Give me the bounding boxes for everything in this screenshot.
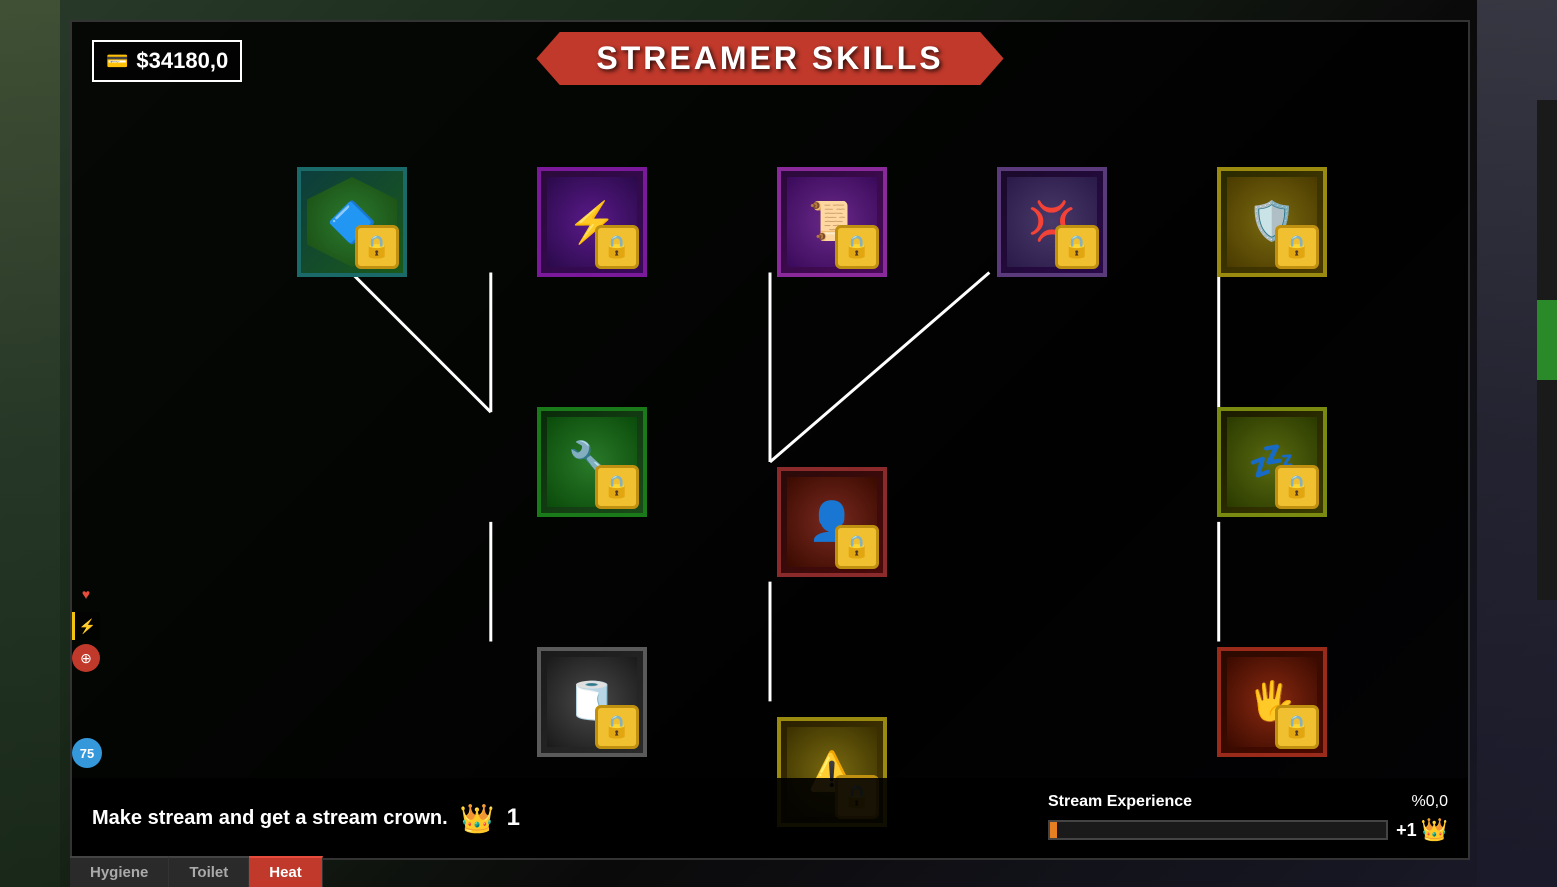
scrollbar-thumb <box>1537 300 1557 380</box>
money-amount: $34180,0 <box>136 48 228 74</box>
hint-text: Make stream and get a stream crown. <box>92 807 448 830</box>
skill-node-10[interactable]: 🖐️ 🔒 <box>1212 642 1332 762</box>
main-panel: 💳 $34180,0 STREAMER SKILLS <box>70 20 1470 860</box>
xp-section: Stream Experience %0,0 +1 👑 <box>1048 793 1448 843</box>
xp-bar-container <box>1048 820 1388 840</box>
crown-icon: 👑 <box>460 802 495 835</box>
tab-heat[interactable]: Heat <box>249 856 323 887</box>
skill-10-lock: 🔒 <box>1275 705 1319 749</box>
avatar: 75 <box>72 738 102 768</box>
skill-tree: 🔷 🔒 ⚡ 🔒 📜 🔒 <box>72 102 1468 822</box>
right-scrollbar[interactable] <box>1537 100 1557 600</box>
xp-header: Stream Experience %0,0 <box>1048 793 1448 811</box>
skill-node-1[interactable]: 🔷 🔒 <box>292 162 412 282</box>
money-icon: 💳 <box>106 51 128 72</box>
xp-plus-label: +1 <box>1396 820 1417 841</box>
money-display: 💳 $34180,0 <box>92 40 242 82</box>
xp-percent: %0,0 <box>1412 793 1448 811</box>
xp-crown-icon: 👑 <box>1421 817 1448 843</box>
skill-node-5[interactable]: 🛡️ 🔒 <box>1212 162 1332 282</box>
skill-node-4[interactable]: 💢 🔒 <box>992 162 1112 282</box>
crown-count: 1 <box>507 804 520 832</box>
skill-node-9[interactable]: 🧻 🔒 <box>532 642 652 762</box>
skill-5-lock: 🔒 <box>1275 225 1319 269</box>
bg-left-panel <box>0 0 60 887</box>
skill-7-lock: 🔒 <box>835 525 879 569</box>
tab-hygiene[interactable]: Hygiene <box>70 856 169 887</box>
skill-8-lock: 🔒 <box>1275 465 1319 509</box>
skill-6-lock: 🔒 <box>595 465 639 509</box>
xp-label: Stream Experience <box>1048 793 1192 811</box>
lightning-icon: ⚡ <box>72 612 100 640</box>
page-header: STREAMER SKILLS <box>536 32 1003 85</box>
hint-section: Make stream and get a stream crown. 👑 1 <box>92 802 1028 835</box>
page-title: STREAMER SKILLS <box>596 40 943 77</box>
sidebar-icons: ♥ ⚡ ⊕ <box>72 580 102 672</box>
skill-node-6[interactable]: 🔧 🔒 <box>532 402 652 522</box>
tab-toilet[interactable]: Toilet <box>169 856 249 887</box>
skill-4-lock: 🔒 <box>1055 225 1099 269</box>
skill-node-7[interactable]: 👤 🔒 <box>772 462 892 582</box>
skill-9-lock: 🔒 <box>595 705 639 749</box>
xp-bar-fill <box>1050 822 1057 838</box>
skill-node-8[interactable]: 💤 🔒 <box>1212 402 1332 522</box>
skill-2-lock: 🔒 <box>595 225 639 269</box>
food-icon: ⊕ <box>72 644 100 672</box>
xp-bar-row: +1 👑 <box>1048 817 1448 843</box>
skill-3-lock: 🔒 <box>835 225 879 269</box>
heart-icon: ♥ <box>72 580 100 608</box>
bottom-bar: Make stream and get a stream crown. 👑 1 … <box>72 778 1468 858</box>
skill-1-lock: 🔒 <box>355 225 399 269</box>
tab-bar: Hygiene Toilet Heat <box>70 856 323 887</box>
skill-node-3[interactable]: 📜 🔒 <box>772 162 892 282</box>
skill-node-2[interactable]: ⚡ 🔒 <box>532 162 652 282</box>
